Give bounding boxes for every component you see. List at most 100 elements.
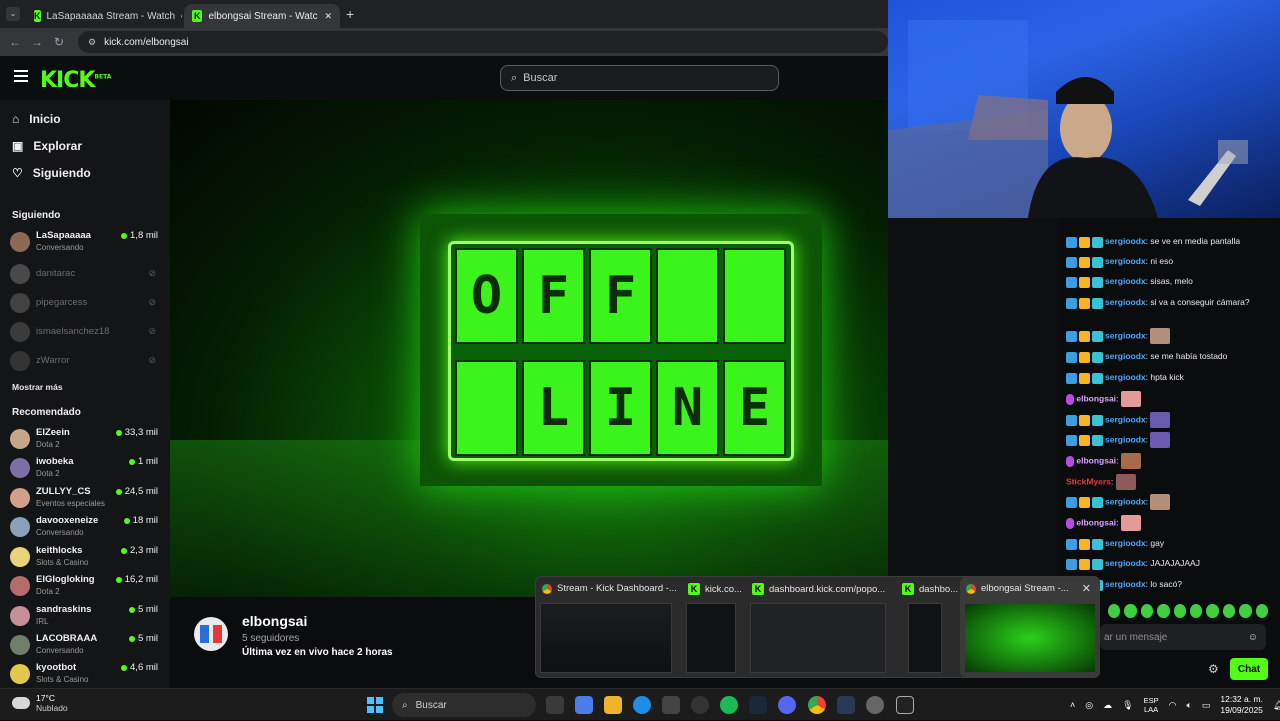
chat-username[interactable]: sergioodx (1105, 538, 1146, 548)
app-tray-icon[interactable]: ◎ (1085, 700, 1093, 711)
chat-username[interactable]: elbongsai (1076, 393, 1116, 403)
back-icon[interactable]: ← (4, 35, 26, 49)
emote-button[interactable] (1222, 604, 1236, 618)
emoji-picker-icon[interactable]: ☺ (1248, 632, 1258, 643)
nav-home[interactable]: ⌂ Inicio (12, 112, 61, 126)
copilot-icon[interactable] (575, 696, 593, 714)
recommended-channel[interactable]: davooxeneize Conversando 18 mil (10, 515, 160, 543)
following-channel-pipegarcess[interactable]: pipegarcess ⊘ (10, 291, 160, 319)
following-channel-ismaelsanchez18[interactable]: ismaelsanchez18 ⊘ (10, 320, 160, 348)
preview-window[interactable]: Stream - Kick Dashboard -... (536, 577, 677, 677)
preview-window[interactable]: Kdashbo... (896, 577, 958, 677)
chat-input[interactable]: ar un mensaje ☺ (1100, 624, 1266, 650)
following-channel-danitarac[interactable]: danitarac ⊘ (10, 262, 160, 290)
chat-username[interactable]: sergioodx (1105, 256, 1146, 266)
new-tab-button[interactable]: + (346, 6, 354, 22)
following-channel-zwarror[interactable]: zWarror ⊘ (10, 349, 160, 377)
chat-username[interactable]: sergioodx (1105, 236, 1146, 246)
video-player[interactable]: O F F L I N E (170, 100, 888, 597)
chat-username[interactable]: StickMyers (1066, 476, 1111, 486)
emote-button[interactable] (1140, 604, 1154, 618)
chat-username[interactable]: sergioodx (1105, 558, 1146, 568)
emote-button[interactable] (1108, 604, 1121, 618)
chat-username[interactable]: elbongsai (1076, 517, 1116, 527)
recommended-channel[interactable]: keithlocks Slots & Casino 2,3 mil (10, 545, 160, 573)
kick-logo[interactable]: KICKBETA (40, 68, 111, 93)
following-channel-lasapaaaaa[interactable]: LaSapaaaaa Conversando 1,8 mil (10, 230, 160, 258)
chat-username[interactable]: sergioodx (1105, 372, 1146, 382)
preview-window[interactable]: Kdashboard.kick.com/popo... (746, 577, 892, 677)
preview-window-active[interactable]: elbongsai Stream -... (960, 577, 1100, 677)
emote-button[interactable] (1190, 604, 1203, 618)
chat-username[interactable]: elbongsai (1076, 455, 1116, 465)
tab-lasapaaaaa[interactable]: K LaSapaaaaa Stream - Watch 🔊︎ ✕ (26, 4, 182, 28)
chat-username[interactable]: sergioodx (1105, 579, 1146, 589)
emote-button[interactable] (1206, 604, 1219, 618)
forward-icon[interactable]: → (26, 35, 48, 49)
recommended-channel[interactable]: sandraskins IRL 5 mil (10, 604, 160, 632)
chat-username[interactable]: sergioodx (1105, 330, 1146, 340)
tab-list-button[interactable]: ⌄ (6, 7, 20, 21)
taskbar-search[interactable]: ⌕ Buscar (392, 693, 536, 717)
nav-explore[interactable]: ▣ Explorar (12, 139, 82, 153)
recommended-channel[interactable]: iwobeka Dota 2 1 mil (10, 456, 160, 484)
chat-message: sergioodx: (1066, 328, 1276, 344)
weather-widget[interactable]: 17°C Nublado (12, 693, 68, 713)
speaker-icon[interactable]: 🔊︎ (181, 11, 182, 22)
show-more-link[interactable]: Mostrar más (12, 382, 63, 392)
chat-send-button[interactable]: Chat (1230, 658, 1268, 680)
edge-icon[interactable] (633, 696, 651, 714)
settings-icon[interactable] (866, 696, 884, 714)
spotify-icon[interactable] (720, 696, 738, 714)
chat-username[interactable]: sergioodx (1105, 276, 1146, 286)
discord-icon[interactable] (778, 696, 796, 714)
start-button[interactable] (367, 697, 383, 713)
recommended-channel[interactable]: ElGlogloking Dota 2 16,2 mil (10, 574, 160, 602)
clock[interactable]: 12:32 a. m. 19/09/2025 (1220, 694, 1263, 716)
emote-button[interactable] (1157, 604, 1170, 618)
taskbar-preview-popup: Stream - Kick Dashboard -... Kkick.co...… (535, 576, 1100, 678)
wifi-icon[interactable]: ◠ (1169, 700, 1177, 711)
chat-username[interactable]: sergioodx (1105, 496, 1146, 506)
emote-button[interactable] (1239, 604, 1252, 618)
language-indicator[interactable]: ESP LAA (1144, 696, 1159, 714)
recommended-channel[interactable]: ZULLYY_CS Eventos especiales 24,5 mil (10, 486, 160, 514)
task-view-icon[interactable] (546, 696, 564, 714)
url-field[interactable]: ⚙ kick.com/elbongsai (78, 31, 888, 53)
site-info-icon[interactable]: ⚙ (88, 37, 96, 48)
app-icon[interactable] (691, 696, 709, 714)
microphone-icon[interactable]: 🎙︎ (1122, 700, 1133, 711)
menu-icon[interactable] (14, 70, 28, 82)
channel-name[interactable]: elbongsai (242, 613, 307, 629)
cloud-tray-icon[interactable]: ☁ (1103, 700, 1112, 711)
channel-avatar[interactable] (194, 617, 228, 651)
close-tab-icon[interactable]: ✕ (324, 11, 332, 22)
emote-button[interactable] (1124, 604, 1137, 618)
recommended-channel[interactable]: kyootbot Slots & Casino 4,6 mil (10, 662, 160, 690)
emote-button[interactable] (1255, 604, 1269, 618)
steam-icon[interactable] (837, 696, 855, 714)
reload-icon[interactable]: ↻ (48, 35, 70, 49)
chat-settings-icon[interactable]: ⚙ (1208, 662, 1219, 676)
chrome-icon[interactable] (808, 696, 826, 714)
nav-following[interactable]: ♡ Siguiendo (12, 166, 91, 180)
chat-username[interactable]: sergioodx (1105, 434, 1146, 444)
show-hidden-icons-icon[interactable]: ˄ (1070, 700, 1075, 710)
obs-icon[interactable] (896, 696, 914, 714)
steam-icon[interactable] (749, 696, 767, 714)
volume-icon[interactable]: 🔈︎ (1186, 700, 1191, 711)
search-input[interactable]: ⌕ Buscar (500, 65, 779, 91)
preview-window[interactable]: Kkick.co... (682, 577, 742, 677)
recommended-channel[interactable]: LACOBRAAA Conversando 5 mil (10, 633, 160, 661)
recommended-channel[interactable]: ElZeein Dota 2 33,3 mil (10, 427, 160, 455)
chat-username[interactable]: sergioodx (1105, 414, 1146, 424)
chat-username[interactable]: sergioodx (1105, 351, 1146, 361)
store-icon[interactable] (662, 696, 680, 714)
tab-elbongsai[interactable]: K elbongsai Stream - Watch Live ✕ (184, 4, 340, 28)
notification-bell-icon[interactable]: 🔔︎ (1273, 700, 1280, 711)
preview-close-icon[interactable]: ✕ (1082, 582, 1091, 595)
battery-icon[interactable]: ▭ (1202, 700, 1211, 711)
file-explorer-icon[interactable] (604, 696, 622, 714)
emote-button[interactable] (1173, 604, 1187, 618)
chat-username[interactable]: sergioodx (1105, 297, 1146, 307)
